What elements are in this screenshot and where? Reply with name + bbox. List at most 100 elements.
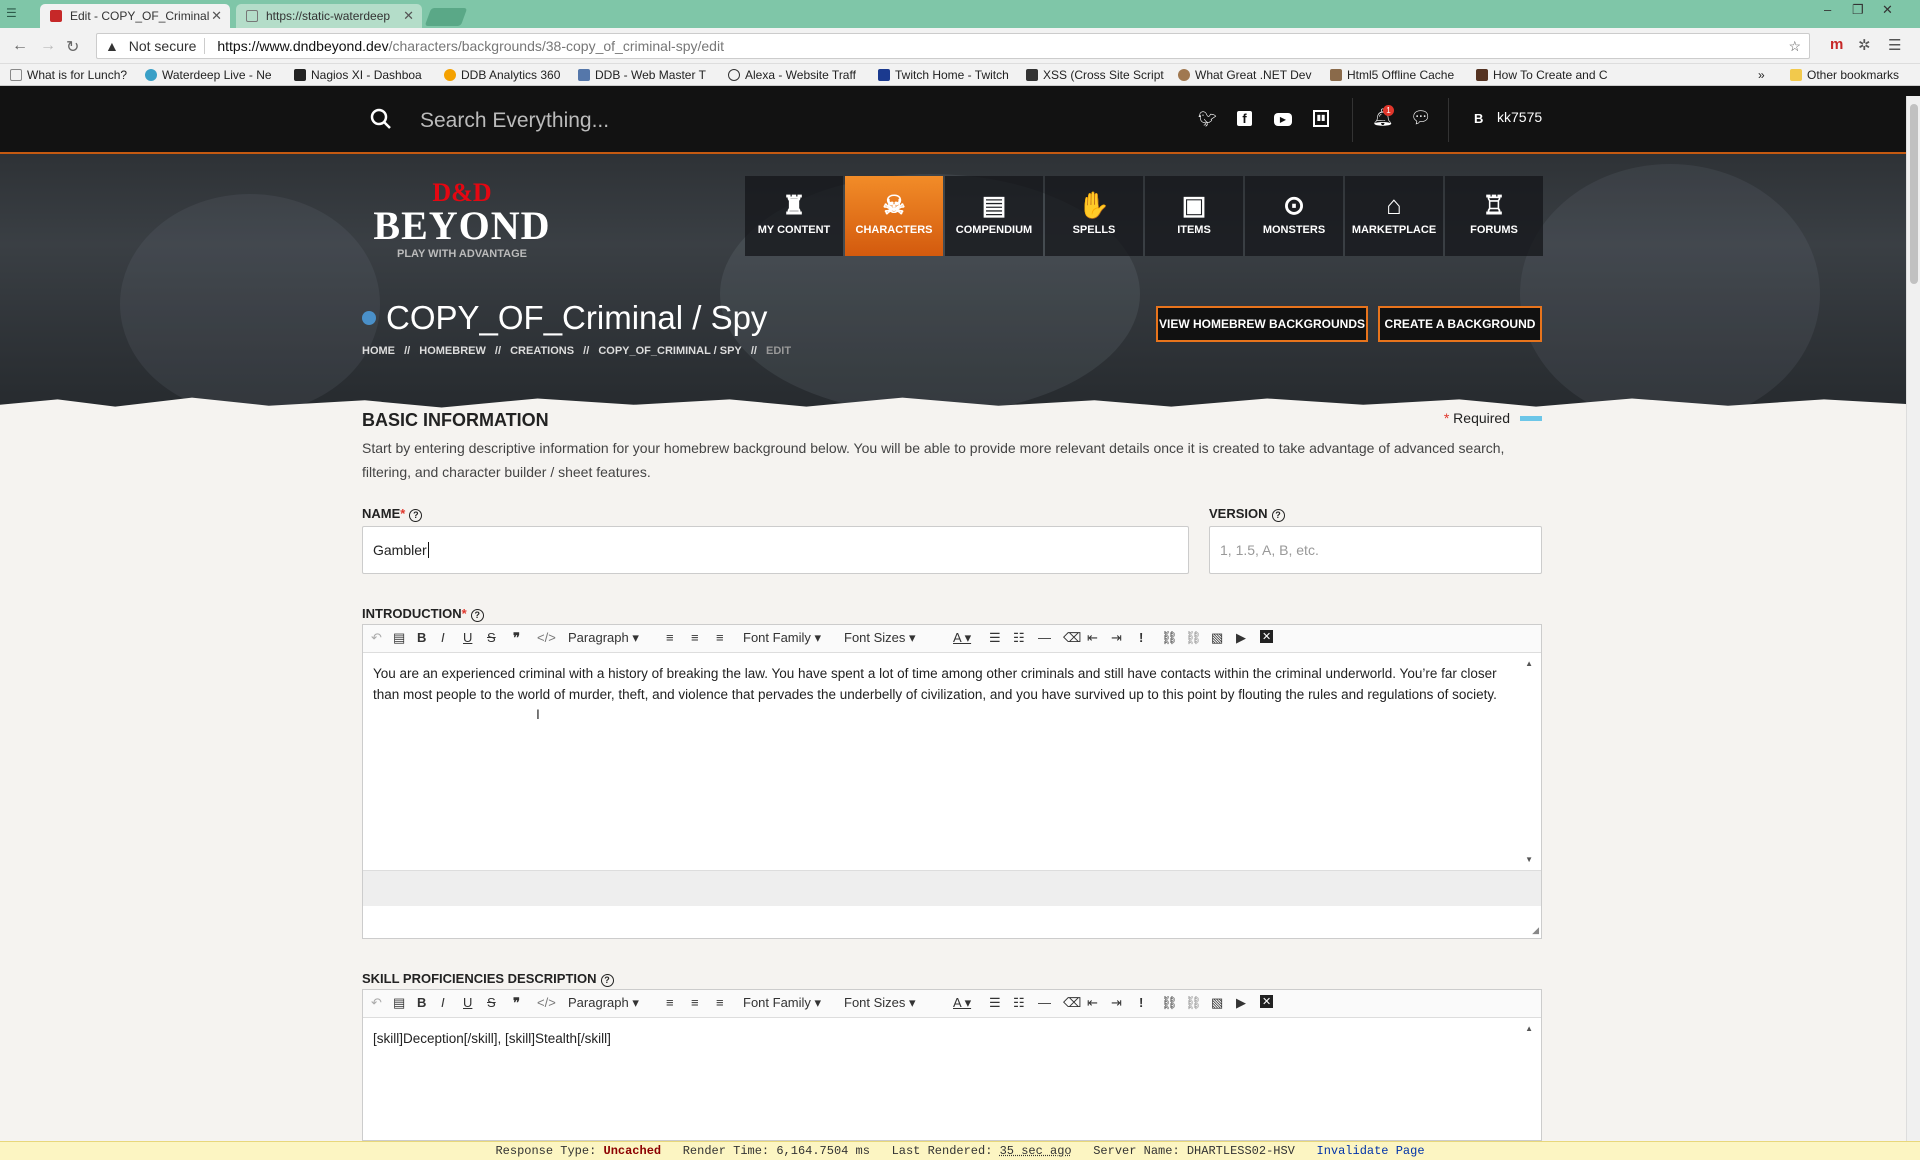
nav-characters[interactable]: ☠ CHARACTERS xyxy=(845,176,943,256)
skill-proficiencies-editor[interactable]: ↶ ▤ B I U S ❞ </> Paragraph ▾ ≡ ≡ ≡ Font… xyxy=(362,989,1542,1141)
align-left-icon[interactable]: ≡ xyxy=(666,630,674,645)
search-input[interactable]: Search Everything... xyxy=(420,109,609,133)
editor-content[interactable]: [skill]Deception[/skill], [skill]Stealth… xyxy=(363,1018,1541,1059)
source-code-icon[interactable]: ✕ xyxy=(1260,630,1274,643)
align-center-icon[interactable]: ≡ xyxy=(691,630,699,645)
image-icon[interactable]: ▧ xyxy=(1211,995,1223,1011)
clear-format-icon[interactable]: ⌫ xyxy=(1063,995,1081,1011)
name-field[interactable]: Gambler xyxy=(362,526,1189,574)
exclamation-icon[interactable]: ! xyxy=(1139,630,1143,645)
minimize-icon[interactable]: – xyxy=(1824,2,1831,17)
view-homebrew-backgrounds-button[interactable]: VIEW HOMEBREW BACKGROUNDS xyxy=(1156,306,1368,342)
tab-edit-background[interactable]: Edit - COPY_OF_Criminal ✕ xyxy=(40,4,230,28)
bookmark-item[interactable]: DDB Analytics 360 xyxy=(444,68,560,82)
help-icon[interactable]: ? xyxy=(1271,509,1285,522)
create-background-button[interactable]: CREATE A BACKGROUND xyxy=(1378,306,1542,342)
help-icon[interactable]: ? xyxy=(470,609,484,622)
breadcrumb-background[interactable]: COPY_OF_CRIMINAL / SPY xyxy=(598,345,741,357)
italic-icon[interactable]: I xyxy=(441,995,445,1010)
help-icon[interactable]: ? xyxy=(409,509,423,522)
font-size-select[interactable]: Font Sizes ▾ xyxy=(844,630,916,646)
other-bookmarks[interactable]: Other bookmarks xyxy=(1790,68,1899,82)
new-tab-button[interactable] xyxy=(424,8,468,26)
outdent-icon[interactable]: ⇤ xyxy=(1087,630,1098,646)
blockquote-icon[interactable]: ❞ xyxy=(513,630,520,646)
dndbeyond-logo[interactable]: D&D BEYOND PLAY WITH ADVANTAGE xyxy=(362,180,562,261)
bold-icon[interactable]: B xyxy=(417,630,426,645)
nav-forums[interactable]: ♖ FORUMS xyxy=(1445,176,1543,256)
font-family-select[interactable]: Font Family ▾ xyxy=(743,995,821,1011)
video-icon[interactable]: ▶ xyxy=(1236,995,1246,1011)
underline-icon[interactable]: U xyxy=(463,630,472,645)
numbered-list-icon[interactable]: ☷ xyxy=(1013,630,1025,646)
nav-marketplace[interactable]: ⌂ MARKETPLACE xyxy=(1345,176,1443,256)
version-field[interactable]: 1, 1.5, A, B, etc. xyxy=(1209,526,1542,574)
text-color-icon[interactable]: A ▾ xyxy=(953,630,971,646)
nav-spells[interactable]: ✋ SPELLS xyxy=(1045,176,1143,256)
username[interactable]: kk7575 xyxy=(1497,109,1542,125)
indent-icon[interactable]: ⇥ xyxy=(1111,630,1122,646)
bookmark-item[interactable]: Twitch Home - Twitch xyxy=(878,68,1009,82)
unlink-icon[interactable]: ⛓ xyxy=(1185,630,1202,646)
text-color-icon[interactable]: A ▾ xyxy=(953,995,971,1011)
unlink-icon[interactable]: ⛓ xyxy=(1185,995,1202,1011)
bookmark-star-icon[interactable]: ☆ xyxy=(1788,34,1801,58)
bookmark-item[interactable]: Nagios XI - Dashboa xyxy=(294,68,422,82)
back-icon[interactable]: ← xyxy=(12,37,28,55)
bookmark-item[interactable]: Alexa - Website Traff xyxy=(728,68,856,82)
numbered-list-icon[interactable]: ☷ xyxy=(1013,995,1025,1011)
restore-icon[interactable]: ❐ xyxy=(1852,2,1864,18)
browser-menu-icon[interactable]: ☰ xyxy=(6,6,22,20)
messages-icon[interactable]: 💬︎ xyxy=(1410,108,1432,128)
close-window-icon[interactable]: ✕ xyxy=(1882,2,1893,18)
chrome-menu-icon[interactable]: ☰ xyxy=(1888,36,1901,54)
twitter-icon[interactable]: 🐦︎ xyxy=(1198,110,1217,128)
link-icon[interactable]: ⛓ xyxy=(1161,995,1178,1011)
paste-icon[interactable]: ▤ xyxy=(393,630,405,646)
code-icon[interactable]: </> xyxy=(537,630,556,645)
bullet-list-icon[interactable]: ☰ xyxy=(989,630,1001,646)
avatar[interactable]: B xyxy=(1474,111,1483,126)
bold-icon[interactable]: B xyxy=(417,995,426,1010)
video-icon[interactable]: ▶ xyxy=(1236,630,1246,646)
scrollbar-thumb[interactable] xyxy=(1910,104,1918,284)
bookmark-item[interactable]: XSS (Cross Site Script xyxy=(1026,68,1164,82)
horizontal-rule-icon[interactable]: — xyxy=(1038,995,1051,1010)
align-right-icon[interactable]: ≡ xyxy=(716,995,724,1010)
breadcrumb-homebrew[interactable]: HOMEBREW xyxy=(419,345,486,357)
breadcrumb-creations[interactable]: CREATIONS xyxy=(510,345,574,357)
indent-icon[interactable]: ⇥ xyxy=(1111,995,1122,1011)
scroll-up-icon[interactable]: ▲ xyxy=(1525,659,1533,668)
italic-icon[interactable]: I xyxy=(441,630,445,645)
breadcrumb-home[interactable]: HOME xyxy=(362,345,395,357)
align-left-icon[interactable]: ≡ xyxy=(666,995,674,1010)
align-center-icon[interactable]: ≡ xyxy=(691,995,699,1010)
nav-monsters[interactable]: ⊙ MONSTERS xyxy=(1245,176,1343,256)
help-icon[interactable]: ? xyxy=(600,974,614,987)
scroll-up-icon[interactable]: ▲ xyxy=(1525,1024,1533,1033)
bookmark-item[interactable]: How To Create and C xyxy=(1476,68,1608,82)
bookmarks-overflow[interactable]: » xyxy=(1758,68,1765,82)
paragraph-select[interactable]: Paragraph ▾ xyxy=(568,995,639,1011)
outdent-icon[interactable]: ⇤ xyxy=(1087,995,1098,1011)
page-scrollbar[interactable] xyxy=(1906,96,1920,1141)
paste-icon[interactable]: ▤ xyxy=(393,995,405,1011)
strikethrough-icon[interactable]: S xyxy=(487,630,496,645)
resize-handle-icon[interactable]: ◢ xyxy=(1532,925,1539,936)
twitch-icon[interactable]: ▮▮ xyxy=(1313,110,1329,127)
undo-icon[interactable]: ↶ xyxy=(371,995,382,1011)
bullet-list-icon[interactable]: ☰ xyxy=(989,995,1001,1011)
forward-icon[interactable]: → xyxy=(40,37,56,55)
extension-gear-icon[interactable]: ✲ xyxy=(1858,36,1871,54)
font-size-select[interactable]: Font Sizes ▾ xyxy=(844,995,916,1011)
facebook-icon[interactable]: f xyxy=(1237,111,1252,126)
blockquote-icon[interactable]: ❞ xyxy=(513,995,520,1011)
link-icon[interactable]: ⛓ xyxy=(1161,630,1178,646)
nav-items[interactable]: ▣ ITEMS xyxy=(1145,176,1243,256)
bookmark-item[interactable]: What Great .NET Dev xyxy=(1178,68,1311,82)
close-tab-icon[interactable]: ✕ xyxy=(403,4,414,28)
strikethrough-icon[interactable]: S xyxy=(487,995,496,1010)
font-family-select[interactable]: Font Family ▾ xyxy=(743,630,821,646)
reload-icon[interactable]: ↻ xyxy=(66,37,79,57)
nav-compendium[interactable]: ▤ COMPENDIUM xyxy=(945,176,1043,256)
